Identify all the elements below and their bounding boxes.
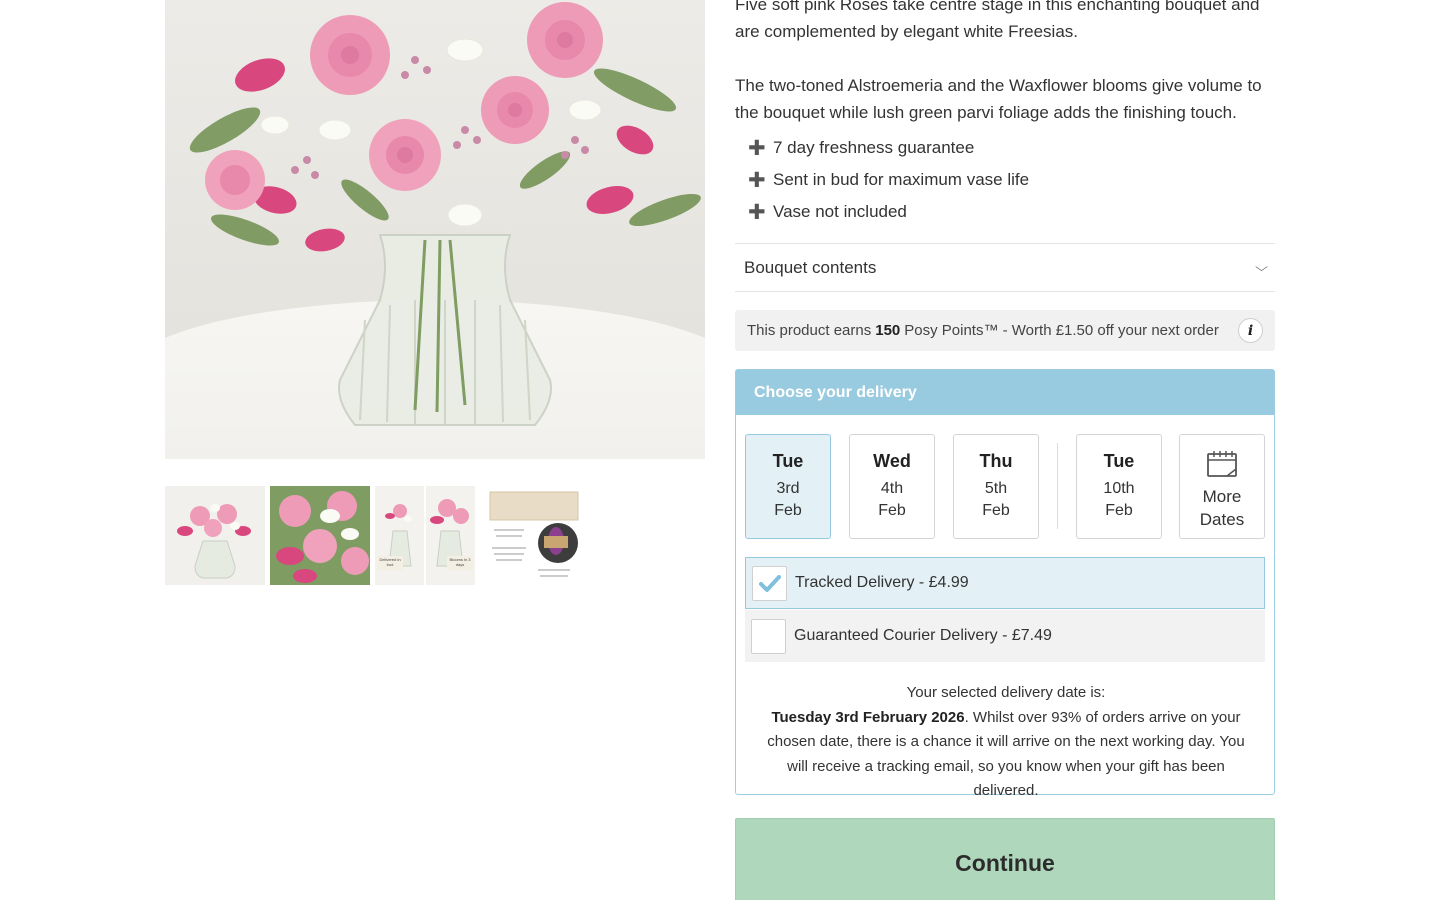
date-number: 3rd [776,480,800,497]
date-day: Thu [979,451,1013,471]
date-day: Tue [1103,451,1135,471]
accordion-label: Bouquet contents [744,257,877,277]
date-divider [1057,443,1058,529]
thumbnail-caption-right: Blooms in 3 days [449,557,471,567]
feature-label: 7 day freshness guarantee [773,138,975,157]
feature-item: ✚ Vase not included [748,196,1029,228]
selected-date-details: Tuesday 3rd February 2026. Whilst over 9… [756,706,1256,804]
date-day: Wed [873,451,911,471]
plus-icon: ✚ [748,200,766,224]
checkbox-tracked[interactable] [752,565,787,601]
product-description: Five soft pink Roses take centre stage i… [735,0,1275,153]
points-prefix: This product earns [747,322,872,339]
feature-item: ✚ Sent in bud for maximum vase life [748,164,1029,196]
delivery-date-note: Your selected delivery date is: Tuesday … [756,681,1256,804]
checkbox-courier[interactable] [751,618,786,654]
bouquet-contents-accordion[interactable]: Bouquet contents ⌵ [735,243,1275,292]
check-icon [758,575,781,592]
date-option-wed-4th[interactable]: Wed 4th Feb [849,434,935,539]
selected-date: Tuesday 3rd February 2026 [771,708,965,726]
continue-button[interactable]: Continue [735,818,1275,900]
description-paragraph-2: The two-toned Alstroemeria and the Waxfl… [735,76,1262,122]
feature-list: ✚ 7 day freshness guarantee ✚ Sent in bud … [748,132,1029,228]
bouquet-illustration [189,2,701,426]
date-month: Feb [982,502,1010,519]
product-main-image [165,0,705,459]
delivery-option-label: Guaranteed Courier Delivery - £7.49 [794,627,1052,644]
thumbnail-2[interactable] [270,486,370,585]
feature-label: Sent in bud for maximum vase life [773,170,1030,189]
feature-item: ✚ 7 day freshness guarantee [748,132,1029,164]
plus-icon: ✚ [748,136,766,160]
thumbnail-caption-left: Delivered in bud [379,557,401,567]
date-option-tue-3rd[interactable]: Tue 3rd Feb [745,434,831,539]
delivery-header: Choose your delivery [736,370,1274,415]
more-dates-button[interactable]: More Dates [1179,434,1265,539]
posy-points-banner: This product earns 150 Posy Points™ - Wo… [735,310,1275,351]
delivery-option-tracked[interactable]: Tracked Delivery - £4.99 [745,557,1265,609]
delivery-option-courier[interactable]: Guaranteed Courier Delivery - £7.49 [745,610,1265,662]
date-option-tue-10th[interactable]: Tue 10th Feb [1076,434,1162,539]
calendar-icon [1207,450,1237,477]
thumbnail-gallery: Delivered in bud Blooms in 3 days [165,486,580,585]
thumbnail-3[interactable]: Delivered in bud Blooms in 3 days [375,486,475,585]
date-number: 10th [1103,480,1135,497]
date-number: 5th [984,480,1008,497]
delivery-option-label: Tracked Delivery - £4.99 [795,574,969,591]
points-amount: 150 [875,322,901,339]
date-month: Feb [878,502,906,519]
date-month: Feb [774,502,802,519]
date-number: 4th [880,480,904,497]
date-day: Tue [772,451,804,471]
chevron-down-icon: ⌵ [1255,260,1268,274]
description-paragraph-1: Five soft pink Roses take centre stage i… [735,0,1260,41]
selected-date-heading: Your selected delivery date is: [906,684,1106,701]
thumbnail-4[interactable] [480,486,580,585]
info-icon[interactable]: i [1238,318,1263,343]
feature-label: Vase not included [773,202,907,221]
date-month: Feb [1105,502,1133,519]
points-suffix: Posy Points™ - Worth £1.50 off your next… [904,322,1219,339]
more-dates-line1: More [1202,486,1242,506]
delivery-panel: Choose your delivery Tue 3rd Feb Wed 4th… [735,369,1275,799]
date-option-thu-5th[interactable]: Thu 5th Feb [953,434,1039,539]
thumbnail-1[interactable] [165,486,265,585]
more-dates-line2: Dates [1199,509,1245,529]
plus-icon: ✚ [748,168,766,192]
